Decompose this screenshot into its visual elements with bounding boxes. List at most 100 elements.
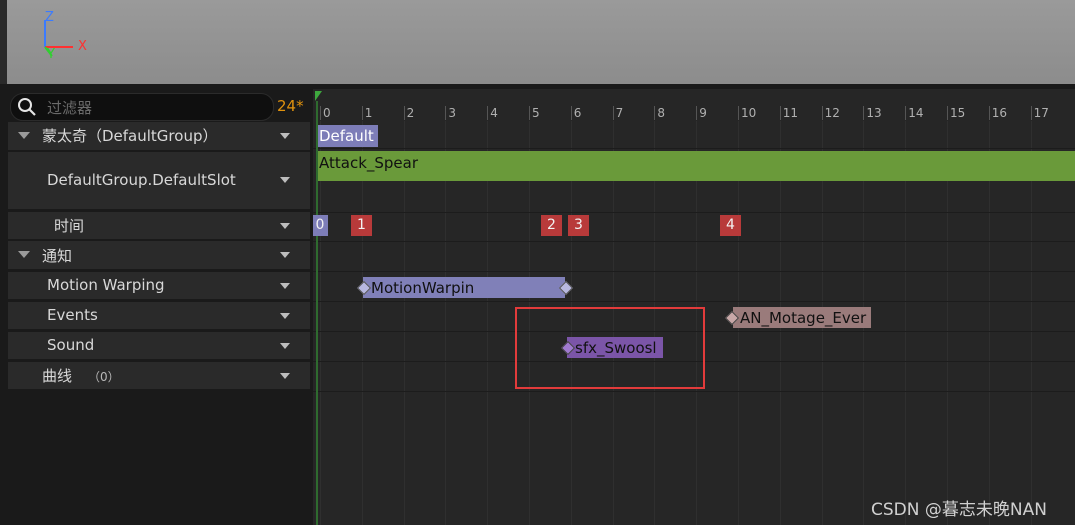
ruler-tick bbox=[738, 106, 739, 120]
ruler-tick bbox=[988, 106, 990, 120]
ruler-tick-label: 4 bbox=[490, 106, 498, 120]
axis-x-label: X bbox=[78, 39, 87, 54]
time-marker-2[interactable]: 2 bbox=[541, 215, 562, 236]
chevron-down-icon[interactable] bbox=[280, 283, 290, 289]
grid-line bbox=[988, 121, 990, 525]
ruler-tick-label: 17 bbox=[1033, 106, 1049, 120]
chevron-down-icon[interactable] bbox=[280, 373, 290, 379]
filter-placeholder: 过滤器 bbox=[47, 99, 93, 117]
montage-section-default[interactable]: Default bbox=[318, 125, 378, 147]
row-separator bbox=[313, 212, 1075, 213]
ruler-tick-label: 3 bbox=[448, 106, 457, 120]
ruler-tick bbox=[1030, 106, 1032, 120]
chevron-down-icon[interactable] bbox=[280, 133, 290, 139]
row-separator bbox=[313, 241, 1075, 242]
ruler-tick bbox=[863, 106, 865, 120]
chevron-down-icon[interactable] bbox=[280, 223, 290, 229]
chevron-down-icon[interactable] bbox=[280, 177, 290, 183]
row-separator bbox=[313, 391, 1075, 392]
ruler-tick-label: 0 bbox=[323, 106, 331, 120]
time-marker-4[interactable]: 4 bbox=[720, 215, 741, 236]
track-notifies-label: 通知 bbox=[42, 247, 73, 265]
ruler-tick bbox=[612, 106, 614, 120]
track-notifies[interactable]: 通知 bbox=[8, 241, 310, 270]
axis-y-label: Y bbox=[47, 47, 55, 62]
notify-motion-warping-label: MotionWarpin bbox=[371, 279, 475, 297]
track-curves-count: （0） bbox=[88, 370, 120, 384]
ruler-tick-label: 2 bbox=[406, 106, 415, 120]
track-slot[interactable]: DefaultGroup.DefaultSlot bbox=[8, 152, 310, 210]
ruler-tick-label: 7 bbox=[615, 106, 624, 120]
row-separator bbox=[313, 271, 1075, 272]
frame-rate-button[interactable]: 24* bbox=[277, 97, 304, 115]
time-ruler[interactable]: 0 1 2 3 4 5 6 7 8 9 10 11 12 13 14 15 16 17 bbox=[313, 103, 1075, 121]
ruler-tick-label: 9 bbox=[699, 106, 707, 120]
ruler-tick bbox=[779, 106, 781, 120]
notify-event[interactable]: AN_Motage_Ever bbox=[733, 307, 871, 328]
filter-row: 过滤器 24* bbox=[6, 93, 310, 121]
grid-line bbox=[445, 121, 447, 525]
ruler-tick bbox=[654, 106, 656, 120]
row-separator bbox=[313, 301, 1075, 302]
ruler-tick-label: 16 bbox=[991, 106, 1008, 120]
search-icon bbox=[18, 98, 36, 116]
grid-line bbox=[320, 121, 321, 525]
track-motion-warping-label: Motion Warping bbox=[47, 276, 165, 294]
notify-event-label: AN_Motage_Ever bbox=[740, 309, 867, 327]
grid-line bbox=[905, 121, 907, 525]
grid-line bbox=[1030, 121, 1032, 525]
time-marker-1[interactable]: 1 bbox=[351, 215, 372, 236]
row-separator bbox=[313, 148, 1075, 149]
grid-line bbox=[403, 121, 405, 525]
track-events-label: Events bbox=[47, 306, 98, 324]
track-montage[interactable]: 蒙太奇（DefaultGroup） bbox=[8, 122, 310, 151]
ruler-tick bbox=[529, 106, 530, 120]
grid-line bbox=[361, 121, 363, 525]
expand-arrow-icon[interactable] bbox=[18, 251, 30, 258]
highlight-box bbox=[515, 307, 705, 389]
viewport-edge bbox=[0, 0, 7, 85]
chevron-down-icon[interactable] bbox=[280, 313, 290, 319]
axis-gizmo: Z X Y bbox=[40, 10, 100, 65]
expand-arrow-icon[interactable] bbox=[18, 132, 30, 139]
animation-segment[interactable]: Attack_Spear bbox=[318, 151, 1075, 181]
track-curves[interactable]: 曲线 （0） bbox=[8, 362, 310, 390]
ruler-tick-label: 13 bbox=[866, 106, 882, 120]
ruler-tick bbox=[696, 106, 698, 120]
ruler-tick bbox=[821, 106, 823, 120]
ruler-tick-label: 5 bbox=[532, 106, 540, 120]
ruler-tick bbox=[445, 106, 447, 120]
chevron-down-icon[interactable] bbox=[280, 252, 290, 258]
track-events[interactable]: Events bbox=[8, 302, 310, 330]
ruler-tick bbox=[403, 106, 405, 120]
ruler-tick-label: 6 bbox=[573, 106, 582, 120]
track-montage-label: 蒙太奇（DefaultGroup） bbox=[42, 127, 218, 145]
track-time[interactable]: 时间 bbox=[8, 212, 310, 240]
watermark: CSDN @暮志未晚NAN bbox=[871, 500, 1047, 520]
ruler-tick-label: 10 bbox=[741, 106, 757, 120]
ruler-tick bbox=[570, 106, 572, 120]
filter-input[interactable]: 过滤器 bbox=[10, 93, 274, 121]
ruler-tick-label: 8 bbox=[657, 106, 666, 120]
grid-line bbox=[947, 121, 948, 525]
track-motion-warping[interactable]: Motion Warping bbox=[8, 272, 310, 300]
viewport[interactable] bbox=[0, 0, 1075, 85]
ruler-tick bbox=[320, 106, 321, 120]
track-sound-label: Sound bbox=[47, 336, 95, 354]
ruler-tick bbox=[487, 106, 489, 120]
track-slot-label: DefaultGroup.DefaultSlot bbox=[47, 171, 236, 189]
track-curves-label: 曲线 bbox=[42, 367, 73, 385]
grid-line bbox=[487, 121, 489, 525]
chevron-down-icon[interactable] bbox=[280, 343, 290, 349]
track-sound[interactable]: Sound bbox=[8, 332, 310, 360]
ruler-tick-label: 12 bbox=[824, 106, 840, 120]
notify-motion-warping[interactable]: MotionWarpin bbox=[363, 277, 565, 298]
time-marker-3[interactable]: 3 bbox=[568, 215, 589, 236]
ruler-tick-label: 11 bbox=[782, 106, 799, 120]
ruler-tick-label: 1 bbox=[364, 106, 373, 120]
track-time-label: 时间 bbox=[54, 217, 85, 235]
ruler-tick bbox=[361, 106, 363, 120]
ruler-tick bbox=[905, 106, 907, 120]
time-marker-0[interactable]: 0 bbox=[313, 215, 328, 236]
ruler-tick-label: 15 bbox=[950, 106, 966, 120]
